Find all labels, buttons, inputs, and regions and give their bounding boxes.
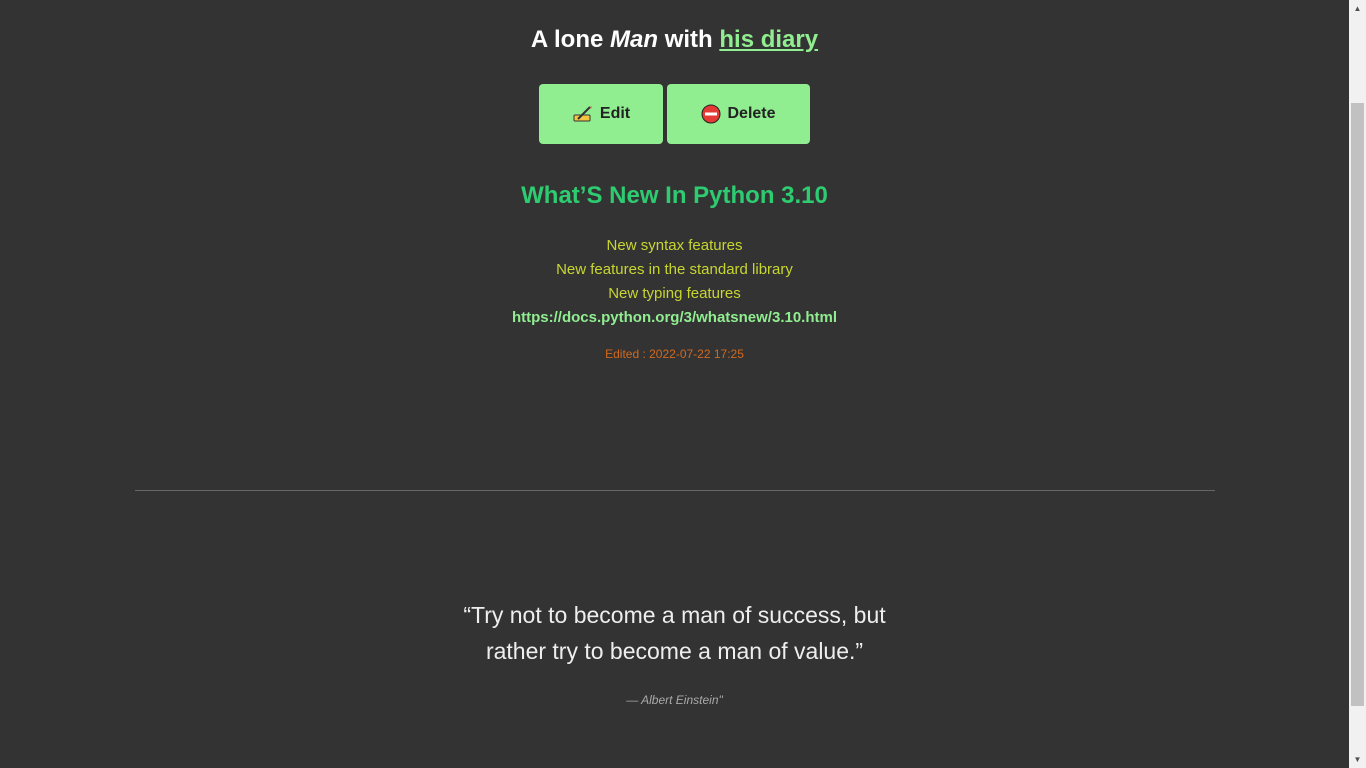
scroll-down-arrow-icon[interactable]: ▼ xyxy=(1349,751,1366,768)
edit-button[interactable]: Edit xyxy=(539,84,663,144)
divider xyxy=(135,490,1215,491)
post-body: New syntax features New features in the … xyxy=(0,234,1349,330)
post-title: What’S New In Python 3.10 xyxy=(521,182,828,209)
page: A lone Man with his diary Edit Delete Wh… xyxy=(0,0,1349,768)
delete-button[interactable]: Delete xyxy=(667,84,810,144)
diary-link[interactable]: his diary xyxy=(719,26,818,53)
post-line: New features in the standard library xyxy=(556,261,793,278)
post-line: New typing features xyxy=(608,285,741,302)
post-actions: Edit Delete xyxy=(0,84,1349,144)
quote-line-2: rather try to become a man of value.” xyxy=(485,638,864,664)
quote: “Try not to become a man of success, but… xyxy=(0,597,1349,669)
header-text-part3: with xyxy=(658,26,720,53)
header-text-man: Man xyxy=(610,26,659,53)
edit-button-label: Edit xyxy=(599,105,631,122)
header-text-part1: A lone xyxy=(530,26,611,53)
site-header: A lone Man with his diary xyxy=(0,24,1349,56)
no-entry-icon xyxy=(701,104,721,124)
quote-line-1: “Try not to become a man of success, but xyxy=(463,602,886,628)
scroll-up-arrow-icon[interactable]: ▲ xyxy=(1349,0,1366,17)
delete-button-label: Delete xyxy=(727,105,776,122)
scrollbar-thumb[interactable] xyxy=(1351,103,1364,706)
post-link[interactable]: https://docs.python.org/3/whatsnew/3.10.… xyxy=(0,306,1349,330)
post-line: New syntax features xyxy=(606,237,743,254)
writing-hand-icon xyxy=(572,105,594,123)
vertical-scrollbar[interactable]: ▲ ▼ xyxy=(1349,0,1366,768)
quote-author: — Albert Einstein" xyxy=(626,693,723,707)
edited-timestamp: Edited : 2022-07-22 17:25 xyxy=(605,347,744,361)
